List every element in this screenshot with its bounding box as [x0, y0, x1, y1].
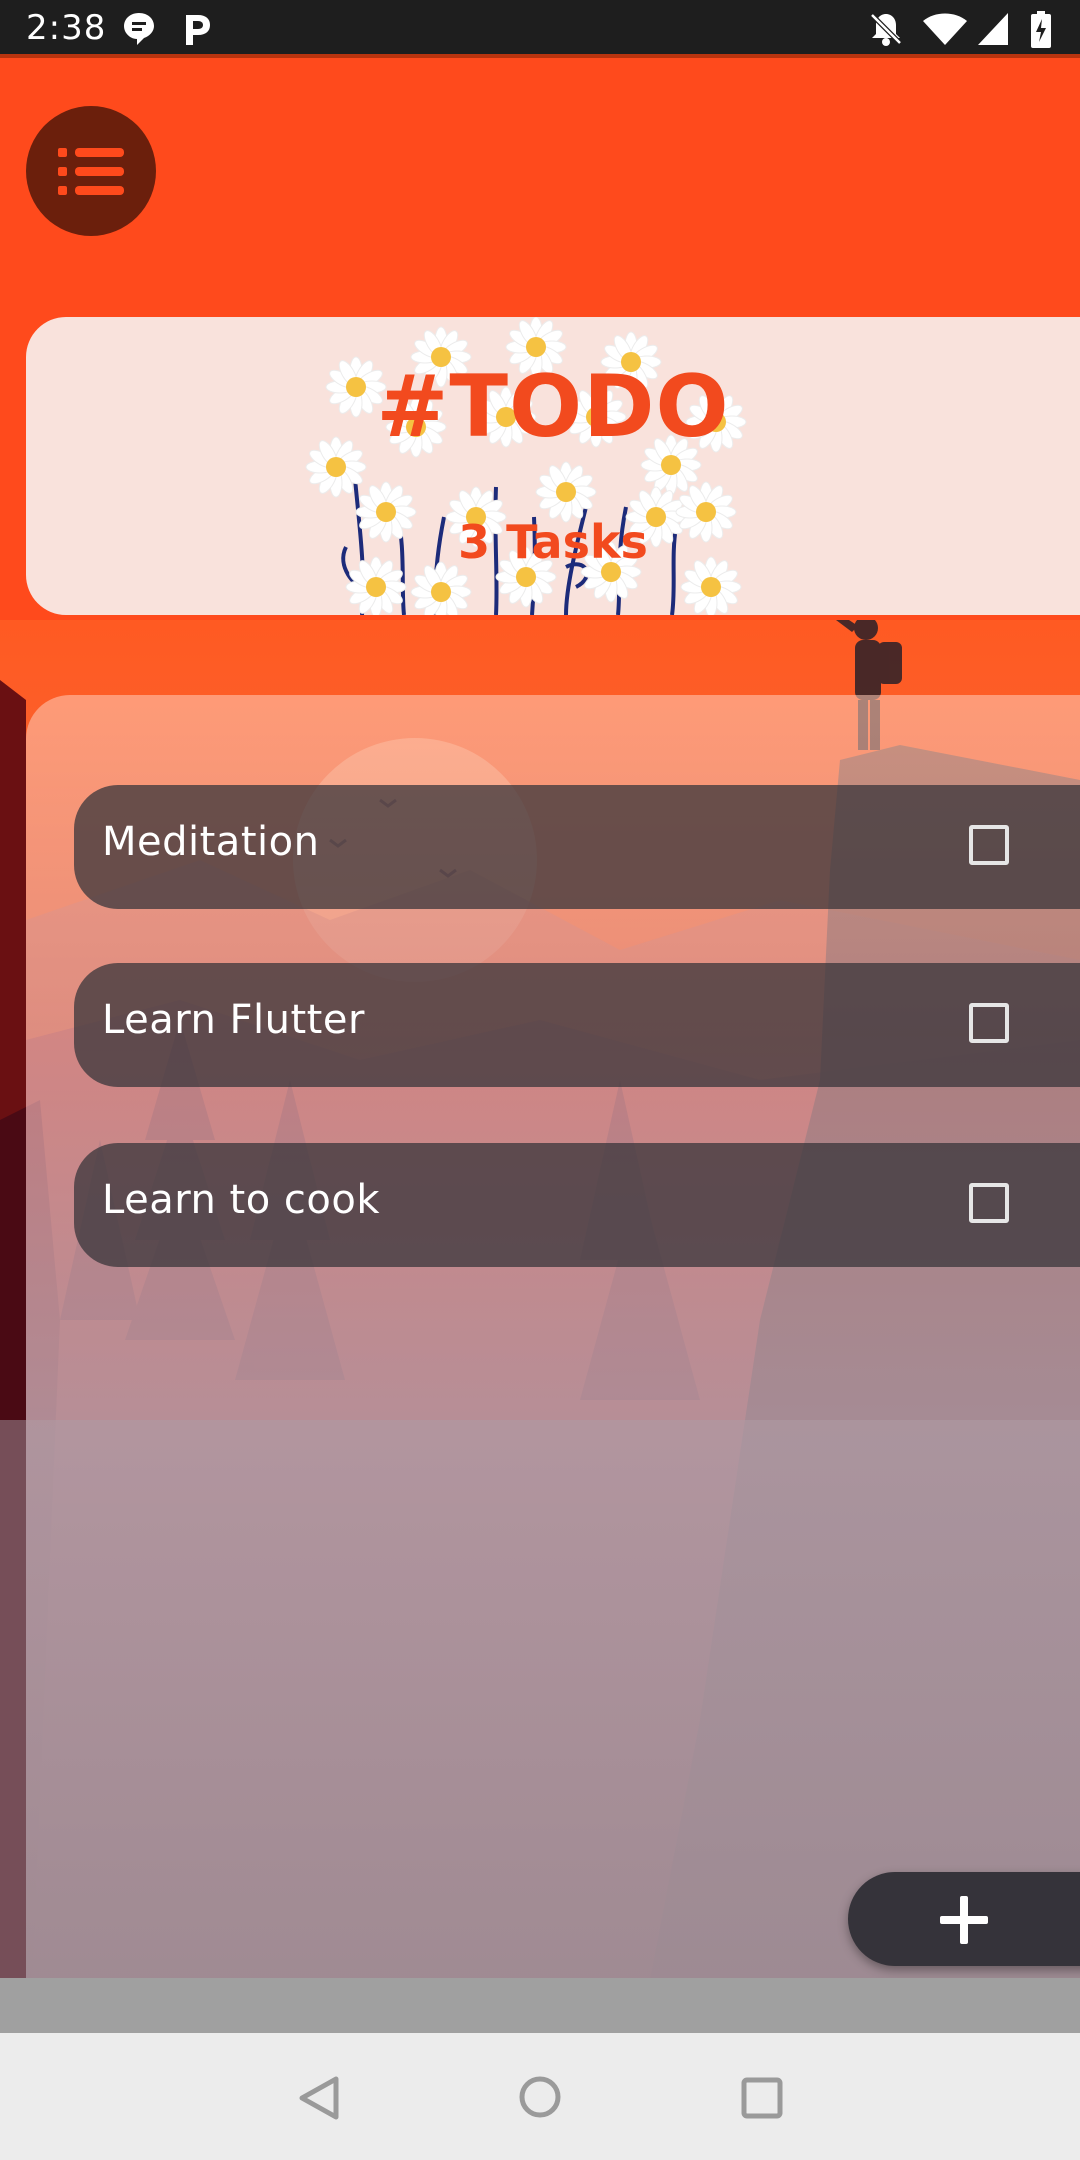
task-label: Learn to cook — [102, 1177, 380, 1223]
status-bar: 2:38 — [0, 0, 1080, 58]
app-title: #TODO — [376, 357, 730, 457]
status-time: 2:38 — [26, 8, 107, 48]
home-icon[interactable] — [518, 2075, 562, 2123]
task-item-learn-flutter[interactable]: Learn Flutter — [74, 963, 1080, 1087]
task-item-meditation[interactable]: Meditation — [74, 785, 1080, 909]
list-menu-icon — [58, 144, 124, 204]
task-checkbox[interactable] — [969, 1003, 1009, 1043]
task-label: Learn Flutter — [102, 997, 365, 1043]
battery-charging-icon — [1030, 11, 1052, 53]
system-nav-bar — [0, 2033, 1080, 2160]
bottom-strip — [0, 1978, 1080, 2033]
cell-signal-icon — [976, 11, 1010, 51]
chat-bubble-icon — [122, 11, 156, 51]
task-count: 3 Tasks — [458, 515, 648, 569]
header-card: #TODO 3 Tasks — [26, 317, 1080, 615]
task-checkbox[interactable] — [969, 1183, 1009, 1223]
wifi-icon — [922, 11, 968, 51]
task-checkbox[interactable] — [969, 825, 1009, 865]
parking-icon — [182, 11, 212, 51]
add-task-button[interactable] — [848, 1872, 1080, 1966]
back-icon[interactable] — [296, 2075, 340, 2125]
task-item-learn-to-cook[interactable]: Learn to cook — [74, 1143, 1080, 1267]
task-label: Meditation — [102, 819, 320, 865]
menu-button[interactable] — [26, 106, 156, 236]
notifications-off-icon — [868, 11, 904, 51]
recents-icon[interactable] — [741, 2077, 783, 2123]
plus-icon — [940, 1896, 988, 1948]
